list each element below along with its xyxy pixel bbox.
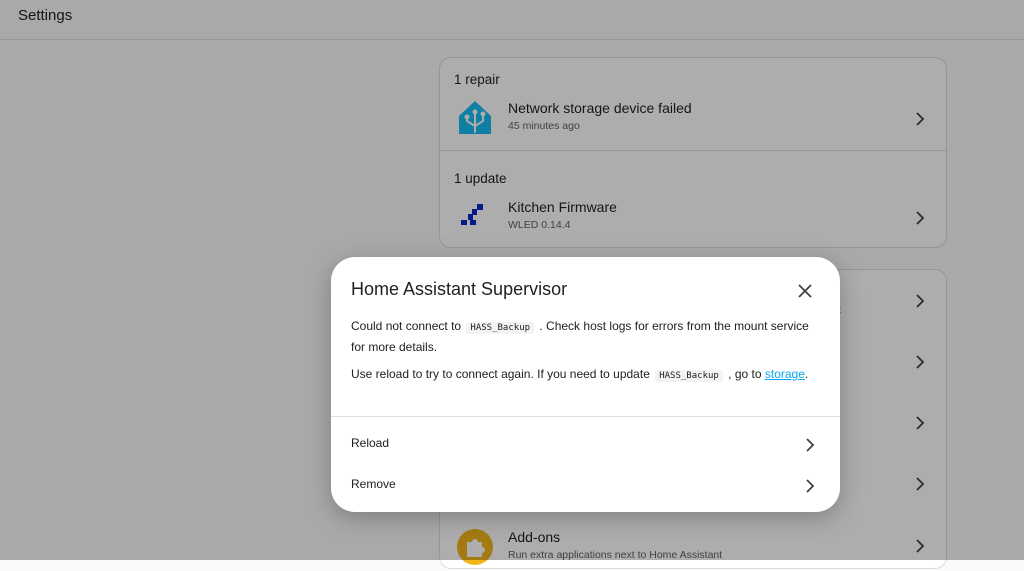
reload-label: Reload bbox=[351, 436, 390, 450]
dialog-title: Home Assistant Supervisor bbox=[351, 279, 568, 299]
storage-link[interactable]: storage bbox=[765, 367, 805, 381]
reload-option[interactable]: Reload bbox=[331, 424, 840, 464]
remove-label: Remove bbox=[351, 477, 396, 491]
message-text: , go to bbox=[728, 367, 762, 381]
mount-name-code: HASS_Backup bbox=[655, 370, 723, 382]
dialog-divider bbox=[331, 416, 840, 417]
message-text: Use reload to try to connect again. If y… bbox=[351, 367, 650, 381]
close-icon[interactable] bbox=[796, 282, 814, 300]
remove-option[interactable]: Remove bbox=[331, 465, 840, 505]
supervisor-dialog: Home Assistant Supervisor Could not conn… bbox=[331, 257, 840, 512]
dialog-message-help: Use reload to try to connect again. If y… bbox=[351, 365, 811, 386]
dialog-message-error: Could not connect to HASS_Backup . Check… bbox=[351, 317, 811, 357]
chevron-right-icon bbox=[806, 438, 815, 452]
mount-name-code: HASS_Backup bbox=[466, 322, 535, 334]
message-text: . bbox=[804, 367, 809, 381]
chevron-right-icon bbox=[806, 479, 815, 493]
message-text: Could not connect to bbox=[351, 319, 462, 333]
